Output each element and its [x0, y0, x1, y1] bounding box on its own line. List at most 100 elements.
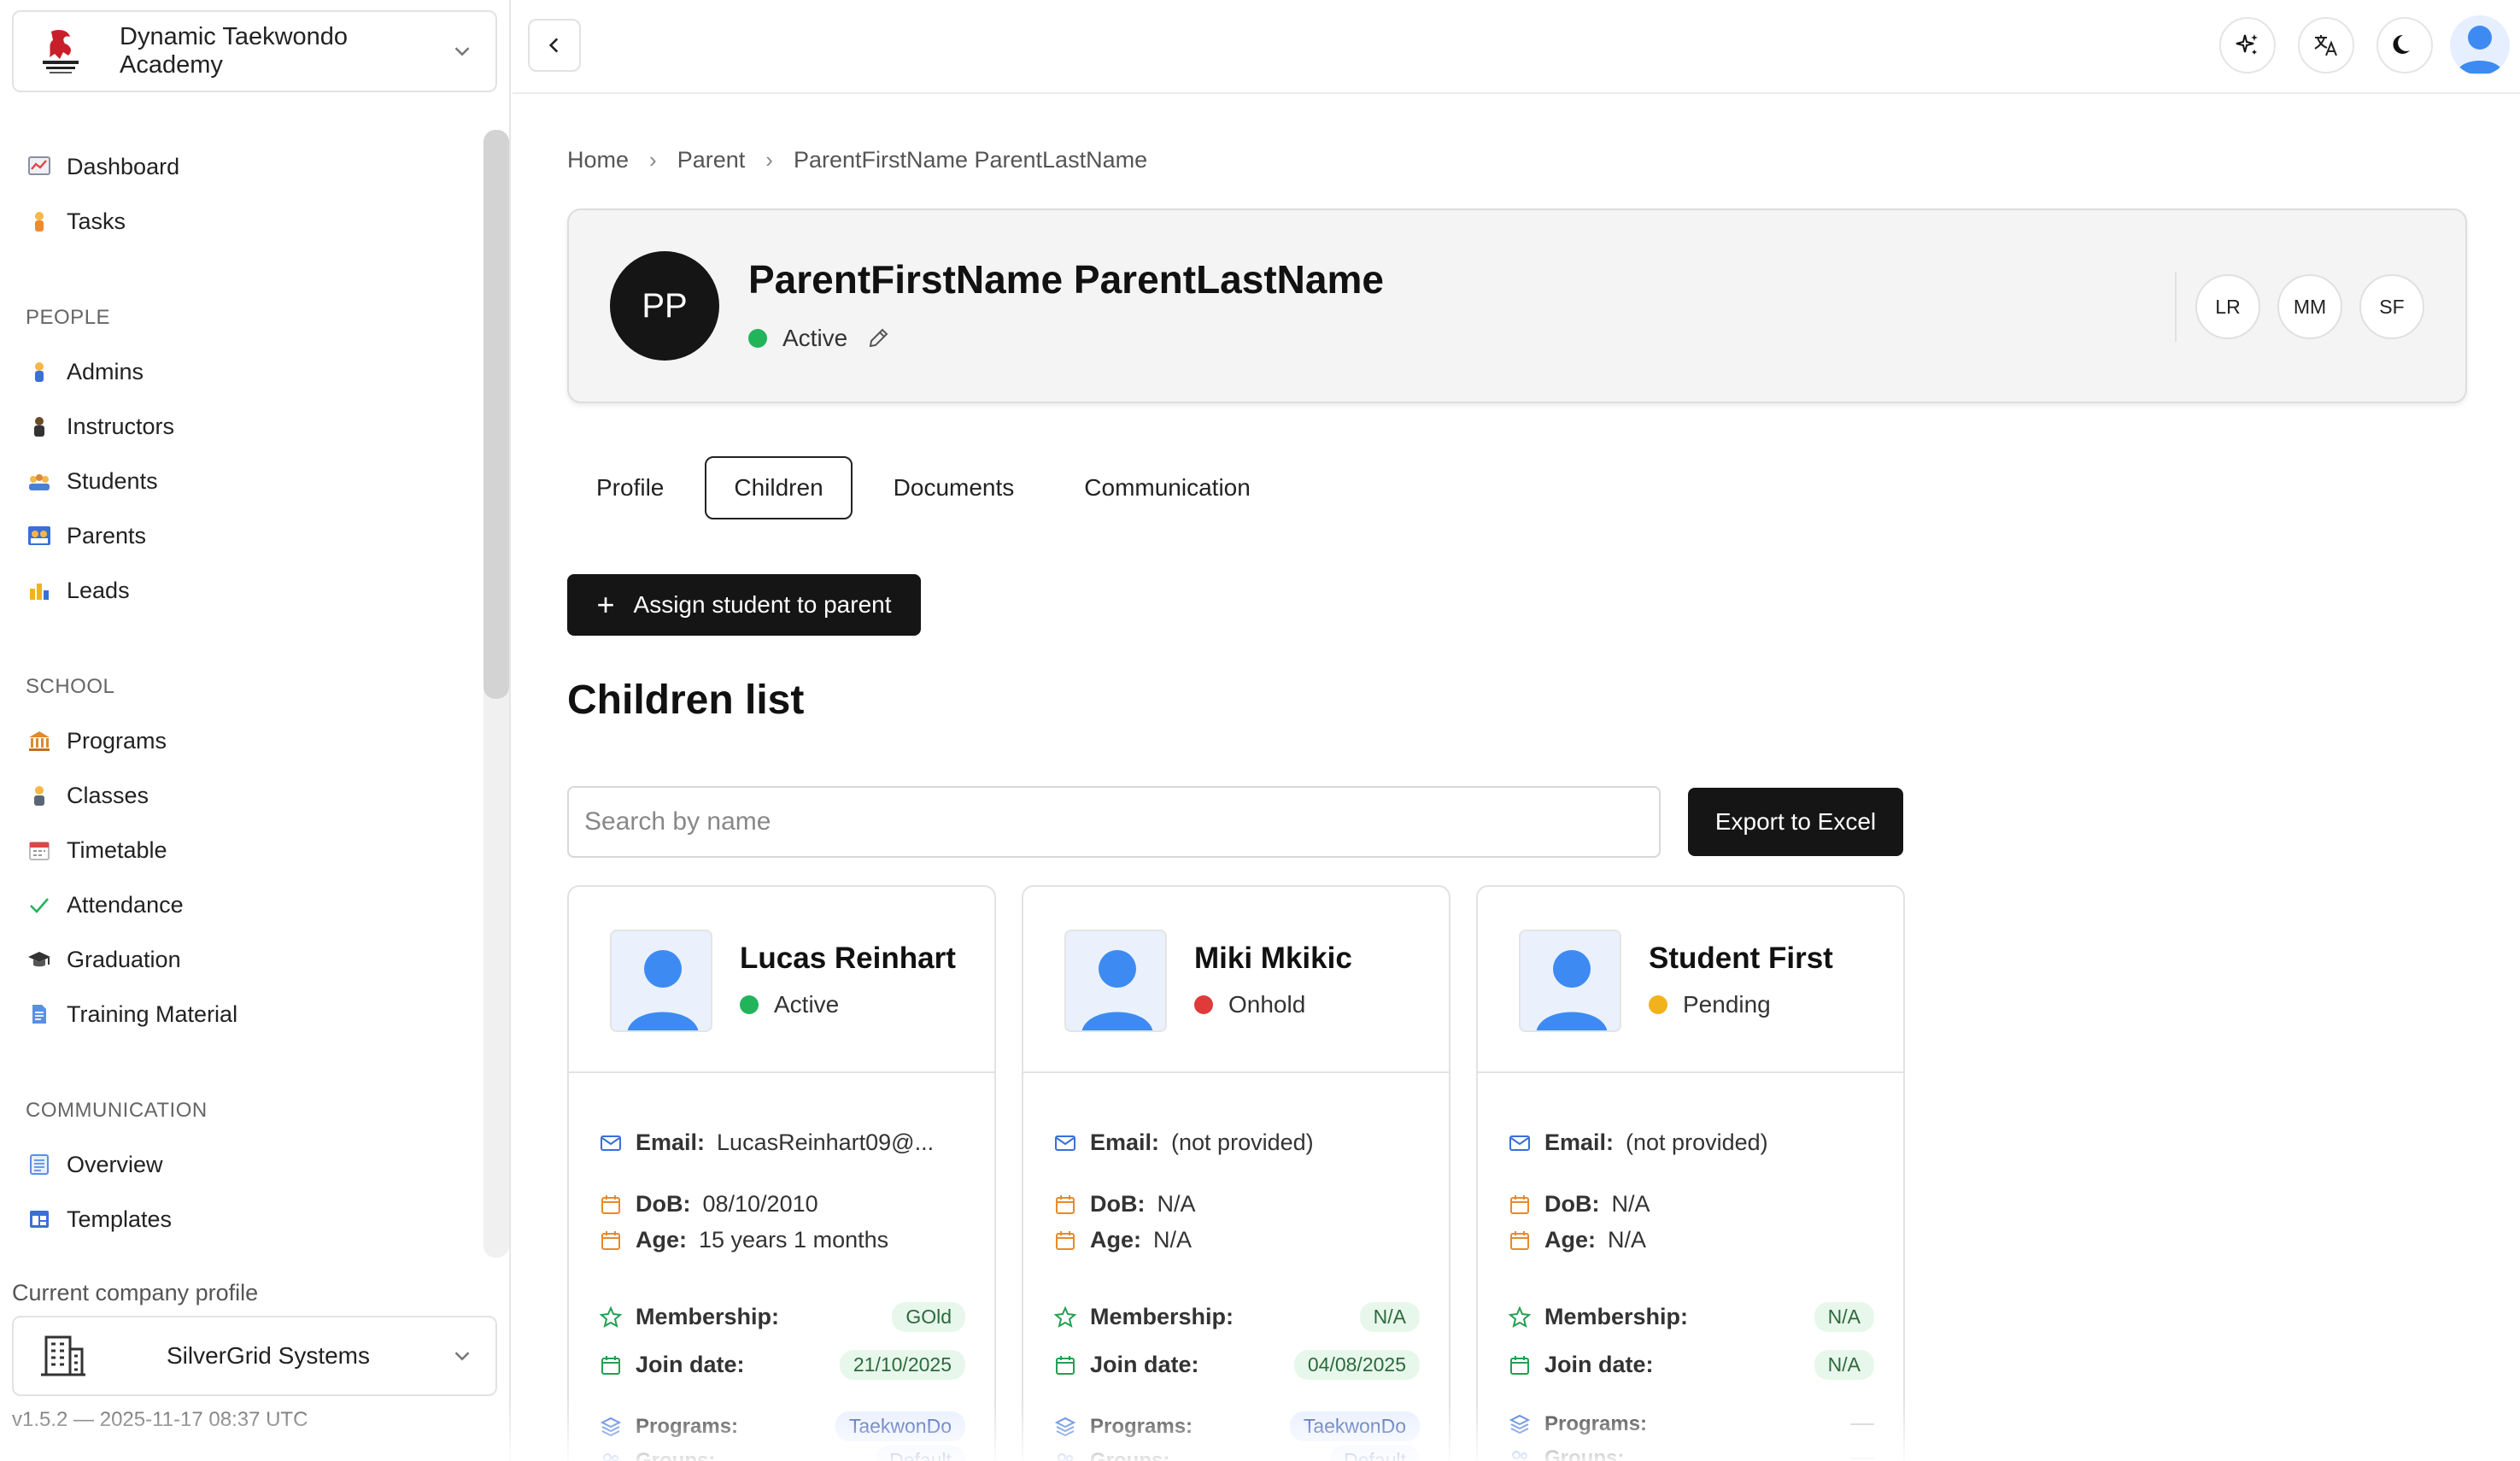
admins-icon: [26, 358, 53, 385]
child-programs-row: Programs: TaekwonDo: [598, 1411, 965, 1441]
group-icon: [1507, 1446, 1533, 1461]
parent-status-label: Active: [782, 325, 848, 351]
export-excel-button[interactable]: Export to Excel: [1688, 788, 1903, 856]
sidebar-item-timetable[interactable]: Timetable: [26, 829, 167, 871]
parent-status: Active: [748, 325, 890, 352]
groups-label: Groups:: [1090, 1448, 1170, 1461]
child-card[interactable]: Student First Pending Email: (not provid…: [1476, 885, 1905, 1461]
sidebar-section-communication: COMMUNICATION: [26, 1099, 208, 1122]
sidebar-item-label: Classes: [67, 782, 149, 808]
breadcrumb-parent[interactable]: Parent: [677, 147, 746, 173]
sidebar-item-label: Programs: [67, 727, 167, 754]
search-input[interactable]: [567, 786, 1661, 858]
dashboard-icon: [26, 153, 53, 180]
company-profile-label: Current company profile: [12, 1280, 259, 1306]
sidebar-item-programs[interactable]: Programs: [26, 719, 167, 762]
sidebar-item-attendance[interactable]: Attendance: [26, 883, 184, 926]
tab-profile[interactable]: Profile: [567, 456, 693, 519]
leads-icon: [26, 577, 53, 604]
top-bar: [513, 0, 2520, 94]
calendar-icon: [598, 1352, 624, 1378]
timetable-icon: [26, 836, 53, 864]
child-dob-row: DoB: 08/10/2010: [598, 1191, 965, 1218]
child-initial-chip[interactable]: MM: [2277, 274, 2342, 339]
child-card[interactable]: Miki Mkikic Onhold Email: (not provided)…: [1022, 885, 1450, 1461]
sidebar-item-overview[interactable]: Overview: [26, 1143, 163, 1186]
status-dot-icon: [740, 995, 759, 1014]
child-initial-chip[interactable]: SF: [2359, 274, 2424, 339]
sidebar-item-graduation[interactable]: Graduation: [26, 938, 181, 981]
child-name: Miki Mkikic: [1194, 942, 1352, 975]
child-name: Lucas Reinhart: [740, 942, 956, 975]
children-initials: LR MM SF: [2175, 272, 2424, 342]
academy-logo-icon: [39, 26, 82, 76]
moon-icon: [2393, 34, 2410, 54]
user-avatar-button[interactable]: [2450, 15, 2510, 75]
company-name: SilverGrid Systems: [166, 1342, 371, 1369]
mail-icon: [1507, 1130, 1533, 1156]
child-age: N/A: [1608, 1227, 1647, 1253]
plus-icon: +: [596, 587, 615, 622]
child-card-header: Student First Pending: [1478, 887, 1903, 1073]
email-label: Email:: [1544, 1129, 1615, 1155]
sidebar-item-parents[interactable]: Parents: [26, 514, 146, 557]
sidebar-item-classes[interactable]: Classes: [26, 774, 149, 817]
child-card[interactable]: Lucas Reinhart Active Email: LucasReinha…: [567, 885, 996, 1461]
dob-label: DoB:: [636, 1191, 691, 1217]
sidebar-item-label: Timetable: [67, 836, 167, 863]
sidebar-item-leads[interactable]: Leads: [26, 569, 130, 612]
child-avatar-icon: [610, 930, 712, 1032]
tab-children[interactable]: Children: [705, 456, 853, 519]
child-age: 15 years 1 months: [699, 1227, 889, 1253]
child-status-label: Active: [774, 991, 840, 1018]
tab-documents[interactable]: Documents: [864, 456, 1044, 519]
sidebar-item-tasks[interactable]: Tasks: [26, 200, 126, 243]
graduation-cap-icon: [26, 946, 53, 973]
company-switcher[interactable]: SilverGrid Systems: [12, 1316, 497, 1396]
child-membership-row: Membership: N/A: [1507, 1302, 1874, 1332]
sidebar-item-students[interactable]: Students: [26, 460, 158, 502]
groups-badge: Default: [1330, 1446, 1420, 1461]
child-join-date-row: Join date: 21/10/2025: [598, 1350, 965, 1380]
child-dob: 08/10/2010: [702, 1191, 818, 1217]
age-label: Age:: [1090, 1227, 1141, 1253]
sidebar-scrollbar-thumb[interactable]: [483, 130, 509, 699]
sidebar-item-label: Graduation: [67, 946, 181, 972]
child-dob-row: DoB: N/A: [1052, 1191, 1420, 1218]
tab-communication[interactable]: Communication: [1055, 456, 1280, 519]
edit-pencil-icon[interactable]: [866, 326, 890, 350]
sidebar-item-templates[interactable]: Templates: [26, 1198, 172, 1241]
child-status: Active: [740, 991, 839, 1018]
child-card-header: Miki Mkikic Onhold: [1023, 887, 1449, 1073]
star-icon: [1052, 1305, 1078, 1330]
classes-icon: [26, 782, 53, 809]
membership-label: Membership:: [1090, 1304, 1234, 1329]
join-date-badge: N/A: [1814, 1350, 1874, 1380]
star-icon: [598, 1305, 624, 1330]
assign-student-button[interactable]: + Assign student to parent: [567, 574, 921, 636]
email-label: Email:: [636, 1129, 706, 1155]
sidebar-item-instructors[interactable]: Instructors: [26, 405, 174, 448]
collapse-sidebar-button[interactable]: [528, 19, 581, 72]
user-avatar-icon: [2457, 26, 2503, 73]
child-status: Onhold: [1194, 991, 1305, 1018]
child-groups-row: Groups: Default: [598, 1446, 965, 1461]
sidebar-item-label: Admins: [67, 358, 144, 384]
breadcrumb-home[interactable]: Home: [567, 147, 629, 173]
programs-empty-dash: [1850, 1423, 1874, 1425]
ai-assistant-button[interactable]: [2219, 17, 2276, 73]
child-join-date-row: Join date: 04/08/2025: [1052, 1350, 1420, 1380]
sidebar-item-admins[interactable]: Admins: [26, 350, 144, 393]
organization-switcher[interactable]: Dynamic Taekwondo Academy: [12, 10, 497, 92]
language-button[interactable]: [2298, 17, 2354, 73]
sidebar-item-training-material[interactable]: Training Material: [26, 993, 237, 1036]
status-dot-icon: [1649, 995, 1667, 1014]
sidebar-item-label: Leads: [67, 577, 130, 603]
child-initial-chip[interactable]: LR: [2195, 274, 2260, 339]
children-list-title: Children list: [567, 678, 805, 723]
theme-toggle-button[interactable]: [2376, 17, 2433, 73]
sidebar-item-label: Overview: [67, 1151, 163, 1177]
sidebar-item-label: Training Material: [67, 1000, 238, 1027]
building-icon: [39, 1330, 87, 1382]
sidebar-item-dashboard[interactable]: Dashboard: [26, 145, 179, 188]
